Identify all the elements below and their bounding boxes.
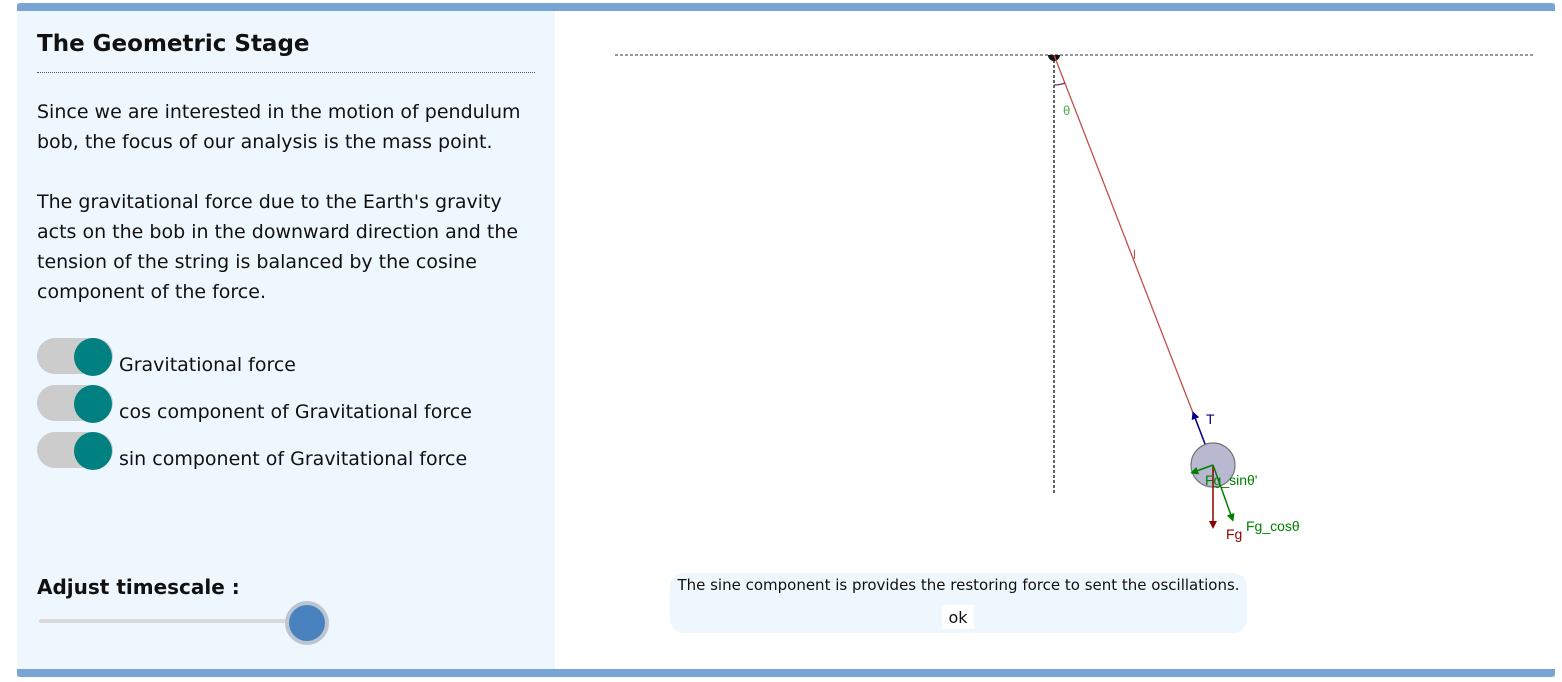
timescale-slider-thumb[interactable] [285,601,329,645]
toggle-sin-component[interactable]: sin component of Gravitational force [37,431,537,471]
intro-paragraph: Since we are interested in the motion of… [37,101,521,153]
message-text: The sine component is provides the resto… [677,576,1240,594]
pendulum-stage: θ l T Fg Fg_cosθ Fg_sinθ' The sine compo… [555,11,1555,669]
timescale-label: Adjust timescale : [37,575,240,599]
app-frame: The Geometric Stage Since we are interes… [17,3,1555,677]
toggle-knob [74,385,112,423]
sin-component-label: Fg_sinθ' [1205,472,1257,488]
force-paragraph: The gravitational force due to the Earth… [37,191,519,303]
theta-label: θ [1063,103,1070,118]
gravity-label: Fg [1226,526,1242,542]
toggle-label: Gravitational force [119,354,296,376]
toggle-switch[interactable] [37,385,113,423]
ok-button[interactable]: ok [942,605,974,629]
length-label: l [1133,247,1136,262]
panel-title: The Geometric Stage [37,31,310,57]
toggle-cos-component[interactable]: cos component of Gravitational force [37,384,537,424]
timescale-slider-track[interactable] [39,619,309,623]
message-dialog: The sine component is provides the resto… [670,573,1247,633]
cos-component-label: Fg_cosθ [1246,518,1300,534]
toggle-knob [74,432,112,470]
toggle-switch[interactable] [37,432,113,470]
toggle-gravitational-force[interactable]: Gravitational force [37,337,537,377]
toggle-knob [74,338,112,376]
info-panel: The Geometric Stage Since we are interes… [17,11,555,669]
title-divider [37,72,535,73]
tension-label: T [1206,411,1215,427]
theta-arc [1053,82,1066,86]
toggle-label: cos component of Gravitational force [119,401,472,423]
toggle-switch[interactable] [37,338,113,376]
pendulum-diagram: θ l T Fg Fg_cosθ Fg_sinθ' [615,54,1533,542]
toggle-label: sin component of Gravitational force [119,448,468,470]
